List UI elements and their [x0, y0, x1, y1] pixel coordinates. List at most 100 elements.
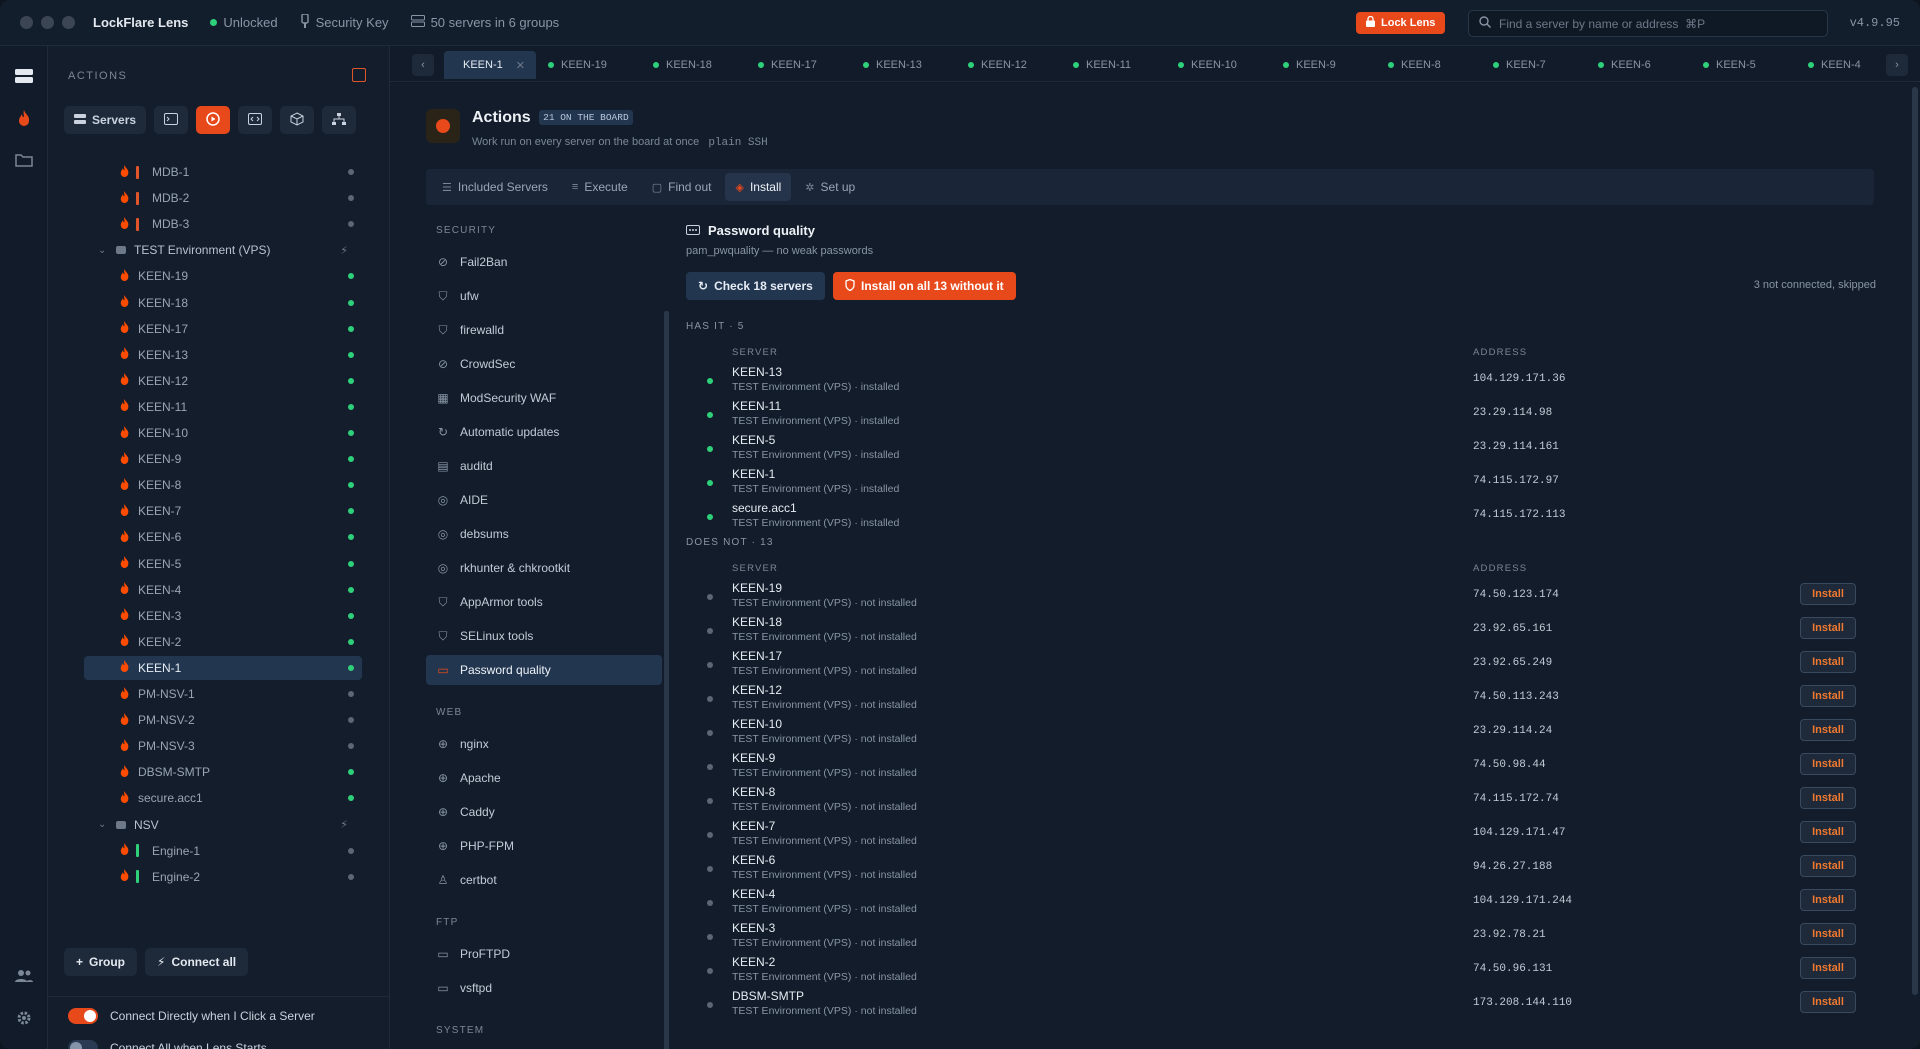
tree-server-item[interactable]: MDB-1 [84, 160, 362, 184]
install-button[interactable]: Install [1800, 753, 1856, 775]
category-item[interactable]: ⊕ Caddy [426, 797, 662, 827]
category-item[interactable]: ▤ auditd [426, 451, 662, 481]
install-button[interactable]: Install [1800, 787, 1856, 809]
install-button[interactable]: Install [1800, 991, 1856, 1013]
flame-nav-icon[interactable] [12, 106, 36, 130]
tree-server-item[interactable]: DBSM-SMTP [84, 760, 362, 784]
category-item[interactable]: ▭ vsftpd [426, 973, 662, 1003]
code-view-button[interactable] [238, 106, 273, 134]
tree-server-item[interactable]: KEEN-6 [84, 525, 362, 549]
server-tab[interactable]: KEEN-10 [1166, 51, 1271, 79]
packages-view-button[interactable] [280, 106, 315, 134]
install-button[interactable]: Install [1800, 617, 1856, 639]
tree-server-item[interactable]: KEEN-12 [84, 369, 362, 393]
add-group-button[interactable]: + Group [64, 948, 138, 976]
install-button[interactable]: Install [1800, 651, 1856, 673]
install-button[interactable]: Install [1800, 855, 1856, 877]
close-window-button[interactable] [20, 16, 33, 29]
server-tab[interactable]: KEEN-8 [1376, 51, 1481, 79]
category-item[interactable]: ⛉ ufw [426, 281, 662, 311]
server-search[interactable] [1468, 10, 1828, 37]
category-item[interactable]: ▦ ModSecurity WAF [426, 383, 662, 413]
install-button[interactable]: Install [1800, 583, 1856, 605]
close-icon[interactable]: ✕ [516, 59, 525, 72]
install-button[interactable]: Install [1800, 719, 1856, 741]
server-tab[interactable]: KEEN-11 [1061, 51, 1166, 79]
servers-nav-icon[interactable] [12, 64, 36, 88]
server-tab[interactable]: KEEN-4 [1796, 51, 1874, 79]
minimize-window-button[interactable] [41, 16, 54, 29]
server-tab[interactable]: KEEN-19 [536, 51, 641, 79]
tree-server-item[interactable]: MDB-2 [84, 186, 362, 210]
tree-server-item[interactable]: KEEN-18 [84, 291, 362, 315]
install-button[interactable]: Install [1800, 957, 1856, 979]
connect-start-toggle[interactable] [68, 1040, 98, 1049]
install-button[interactable]: Install [1800, 685, 1856, 707]
subtab-set-up[interactable]: ✲ Set up [795, 173, 865, 201]
tree-server-item[interactable]: KEEN-3 [84, 604, 362, 628]
tree-server-item[interactable]: KEEN-19 [84, 264, 362, 288]
connect-all-button[interactable]: ⚡ Connect all [145, 948, 249, 976]
server-tab[interactable]: KEEN-12 [956, 51, 1061, 79]
tree-server-item[interactable]: PM-NSV-3 [84, 734, 362, 758]
tree-server-item[interactable]: KEEN-17 [84, 317, 362, 341]
check-servers-button[interactable]: ↻ Check 18 servers [686, 272, 825, 300]
category-item[interactable]: ⊕ Apache [426, 763, 662, 793]
bolt-icon[interactable]: ⚡ [340, 818, 348, 831]
tree-group[interactable]: ⌄ NSV ⚡ [84, 813, 362, 837]
maximize-window-button[interactable] [62, 16, 75, 29]
category-item[interactable]: ⊕ nginx [426, 729, 662, 759]
tree-server-item[interactable]: PM-NSV-1 [84, 682, 362, 706]
subtab-find-out[interactable]: ▢ Find out [642, 173, 722, 201]
server-tab[interactable]: KEEN-6 [1586, 51, 1691, 79]
folder-nav-icon[interactable] [12, 148, 36, 172]
sidebar-toggle-icon[interactable] [352, 68, 366, 82]
tree-server-item[interactable]: KEEN-1 [84, 655, 362, 680]
settings-gear-icon[interactable] [12, 1006, 36, 1030]
category-item[interactable]: ▭ ProFTPD [426, 939, 662, 969]
tree-server-item[interactable]: Engine-1 [84, 839, 362, 863]
lock-lens-button[interactable]: Lock Lens [1356, 12, 1446, 34]
install-button[interactable]: Install [1800, 923, 1856, 945]
category-item[interactable]: ⛉ AppArmor tools [426, 587, 662, 617]
category-item[interactable]: ▭ Password quality [426, 655, 662, 685]
category-item[interactable]: ⊘ Fail2Ban [426, 247, 662, 277]
tree-server-item[interactable]: MDB-3 [84, 212, 362, 236]
tree-server-item[interactable]: PM-NSV-2 [84, 708, 362, 732]
chevron-down-icon[interactable]: ⌄ [98, 245, 106, 256]
tabs-prev-button[interactable]: ‹ [412, 54, 434, 76]
categories-scrollbar[interactable] [664, 311, 669, 1049]
tree-server-item[interactable]: KEEN-7 [84, 499, 362, 523]
server-tab[interactable]: KEEN-18 [641, 51, 746, 79]
server-search-input[interactable] [1499, 16, 1799, 31]
tree-server-item[interactable]: KEEN-5 [84, 552, 362, 576]
tree-server-item[interactable]: Engine-2 [84, 865, 362, 889]
category-item[interactable]: ◎ AIDE [426, 485, 662, 515]
main-scrollbar[interactable] [1912, 87, 1918, 995]
server-tab[interactable]: KEEN-1 ✕ [444, 51, 536, 79]
server-tab[interactable]: KEEN-9 [1271, 51, 1376, 79]
install-button[interactable]: Install [1800, 889, 1856, 911]
category-item[interactable]: ◎ rkhunter & chkrootkit [426, 553, 662, 583]
tree-server-item[interactable]: KEEN-4 [84, 578, 362, 602]
category-item[interactable]: ↻ Automatic updates [426, 417, 662, 447]
subtab-install[interactable]: ◈ Install [725, 173, 792, 201]
server-tab[interactable]: KEEN-5 [1691, 51, 1796, 79]
category-item[interactable]: ⊕ PHP-FPM [426, 831, 662, 861]
tree-server-item[interactable]: KEEN-2 [84, 630, 362, 654]
subtab-included-servers[interactable]: ☰ Included Servers [432, 173, 558, 201]
chevron-down-icon[interactable]: ⌄ [98, 819, 106, 830]
servers-view-button[interactable]: Servers [64, 106, 147, 134]
actions-view-button[interactable] [196, 106, 231, 134]
bolt-icon[interactable]: ⚡ [340, 244, 348, 257]
install-button[interactable]: Install [1800, 821, 1856, 843]
server-tab[interactable]: KEEN-17 [746, 51, 851, 79]
users-nav-icon[interactable] [12, 964, 36, 988]
tree-server-item[interactable]: secure.acc1 [84, 786, 362, 810]
security-key-indicator[interactable]: Security Key [300, 13, 389, 31]
category-item[interactable]: ⛉ firewalld [426, 315, 662, 345]
category-item[interactable]: ⛉ SELinux tools [426, 621, 662, 651]
terminal-view-button[interactable] [154, 106, 189, 134]
tree-server-item[interactable]: KEEN-10 [84, 421, 362, 445]
category-item[interactable]: ⊘ CrowdSec [426, 349, 662, 379]
